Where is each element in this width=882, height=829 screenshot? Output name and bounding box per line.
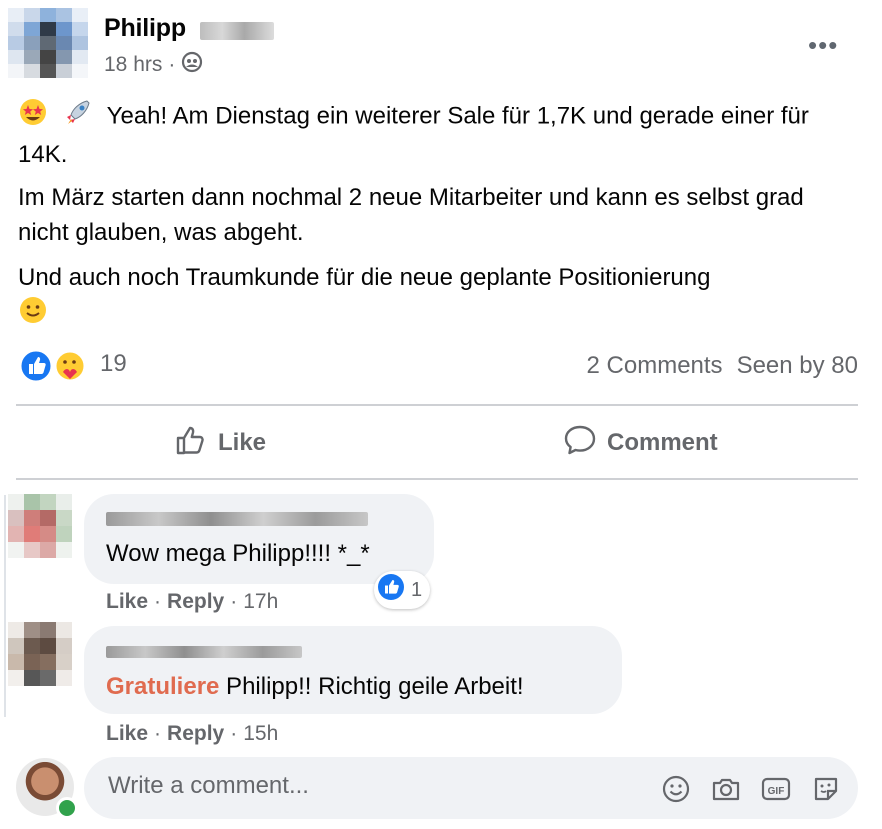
post-time[interactable]: 18 hrs: [104, 53, 162, 77]
author-avatar[interactable]: [8, 8, 88, 78]
paragraph-2-text: Im März starten dann nochmal 2 neue Mita…: [18, 184, 804, 246]
comment-2-actions: Like · Reply · 15h: [106, 722, 279, 746]
author-surname-blurred: [200, 22, 274, 40]
gif-icon[interactable]: GIF: [760, 773, 792, 805]
sticker-icon[interactable]: [810, 773, 842, 805]
comment-1-bubble: Wow mega Philipp!!!! *_*: [84, 494, 434, 584]
paragraph-3-text: Und auch noch Traumkunde für die neue ge…: [18, 264, 711, 291]
seen-by[interactable]: Seen by 80: [737, 352, 858, 380]
comment-2-bubble: Gratuliere Philipp!! Richtig geile Arbei…: [84, 626, 622, 714]
thread-line: [4, 495, 6, 717]
comment-2-time[interactable]: 15h: [243, 722, 278, 746]
comment-composer[interactable]: GIF: [84, 757, 858, 819]
online-status-dot: [56, 797, 78, 819]
like-button[interactable]: Like: [174, 424, 266, 462]
meta-separator: ·: [168, 53, 176, 76]
like-label: Like: [218, 429, 267, 456]
comment-1-avatar[interactable]: [8, 494, 72, 558]
post-meta: 18 hrs ·: [104, 51, 203, 79]
comment-1-actions: Like · Reply · 17h: [106, 590, 279, 614]
post-paragraph-3: Und auch noch Traumkunde für die neue ge…: [18, 260, 858, 335]
emoji-icon[interactable]: [660, 773, 692, 805]
divider-bottom: [16, 478, 858, 480]
divider-top: [16, 404, 858, 406]
author-name[interactable]: Philipp: [104, 14, 186, 43]
smiling-emoji-icon: [18, 295, 48, 335]
post-stats: 2 Comments Seen by 80: [587, 352, 858, 380]
post-paragraph-2: Im März starten dann nochmal 2 neue Mita…: [18, 180, 858, 250]
comment-2-author-blurred[interactable]: [106, 646, 302, 658]
comment-2-reply-link[interactable]: Reply: [167, 722, 224, 746]
comment-input[interactable]: [106, 771, 630, 801]
svg-text:GIF: GIF: [768, 786, 785, 797]
comment-1-reaction-count: 1: [411, 578, 423, 601]
like-icon: [174, 423, 208, 464]
reaction-count[interactable]: 19: [100, 350, 127, 378]
comment-1-time[interactable]: 17h: [243, 590, 278, 614]
more-options-icon[interactable]: •••: [808, 30, 838, 61]
rocket-emoji-icon: [63, 97, 93, 137]
paragraph-1-text: Yeah! Am Dienstag ein weiterer Sale für …: [18, 102, 809, 168]
comment-button[interactable]: Comment: [563, 424, 718, 462]
comment-icon: [563, 423, 597, 464]
star-struck-emoji-icon: [18, 97, 48, 137]
audience-friends-icon[interactable]: [181, 51, 203, 79]
comment-2-tag[interactable]: Gratuliere: [106, 673, 219, 700]
comment-1-like-link[interactable]: Like: [106, 590, 148, 614]
comment-2-like-link[interactable]: Like: [106, 722, 148, 746]
comment-label: Comment: [607, 429, 718, 456]
comment-1-text: Wow mega Philipp!!!! *_*: [106, 540, 370, 567]
comment-1-reactions[interactable]: 1: [374, 571, 431, 609]
reaction-icons[interactable]: [18, 348, 88, 384]
comment-2-text-line: Gratuliere Philipp!! Richtig geile Arbei…: [106, 673, 524, 701]
comment-1-author-blurred[interactable]: [106, 512, 368, 526]
comment-2-avatar[interactable]: [8, 622, 72, 686]
comment-1-reply-link[interactable]: Reply: [167, 590, 224, 614]
camera-icon[interactable]: [710, 773, 742, 805]
comments-count[interactable]: 2 Comments: [587, 352, 723, 380]
post-paragraph-1: Yeah! Am Dienstag ein weiterer Sale für …: [18, 97, 858, 172]
comment-2-text: Philipp!! Richtig geile Arbeit!: [219, 673, 524, 700]
comment-1-like-reaction-icon: [377, 573, 405, 607]
